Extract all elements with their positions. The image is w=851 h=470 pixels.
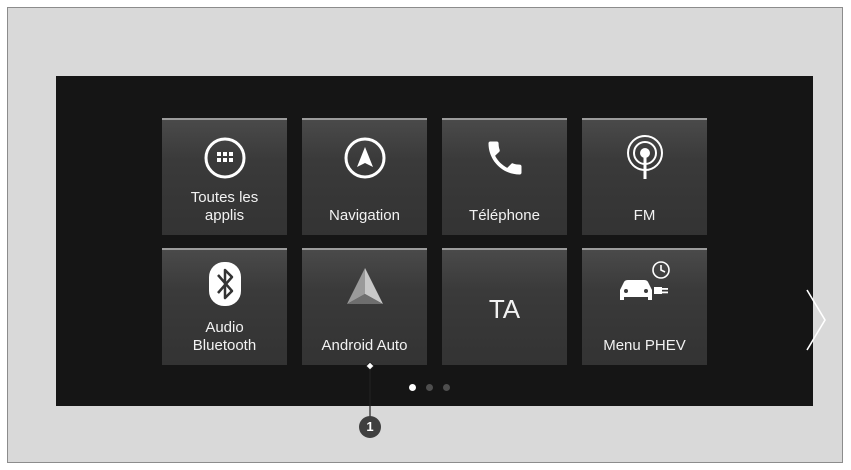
- bluetooth-icon: [162, 258, 287, 310]
- tile-android-auto[interactable]: Android Auto: [302, 248, 427, 365]
- tile-menu-phev[interactable]: Menu PHEV: [582, 248, 707, 365]
- radio-antenna-icon: [582, 132, 707, 184]
- home-screen: Toutes les applis Navigation Téléphone F…: [56, 76, 826, 406]
- tile-label: Toutes les applis: [190, 189, 259, 224]
- tile-label: Menu PHEV: [603, 337, 686, 354]
- tile-navigation[interactable]: Navigation: [302, 118, 427, 235]
- tile-label: Téléphone: [469, 207, 540, 224]
- page-dot: [426, 384, 433, 391]
- page-dot: [443, 384, 450, 391]
- callout-leader-line: [366, 362, 374, 418]
- tile-label: Navigation: [329, 207, 400, 224]
- tile-label: Audio Bluetooth: [192, 319, 257, 354]
- android-auto-icon: [302, 260, 427, 312]
- chevron-right-icon: [806, 289, 826, 351]
- tile-label: TA: [488, 294, 521, 324]
- page-indicator: [409, 384, 450, 391]
- next-page-arrow[interactable]: [804, 288, 828, 352]
- page-dot-active: [409, 384, 416, 391]
- tile-audio-bluetooth[interactable]: Audio Bluetooth: [162, 248, 287, 365]
- tile-label: FM: [633, 207, 656, 224]
- phone-icon: [442, 132, 567, 184]
- tile-all-apps[interactable]: Toutes les applis: [162, 118, 287, 235]
- tile-phone[interactable]: Téléphone: [442, 118, 567, 235]
- tile-fm[interactable]: FM: [582, 118, 707, 235]
- tile-ta[interactable]: TA: [442, 248, 567, 365]
- apps-grid-icon: [162, 132, 287, 184]
- phev-car-plug-icon: [582, 258, 707, 310]
- tile-label: Android Auto: [321, 337, 408, 354]
- navigation-compass-icon: [302, 132, 427, 184]
- callout-number-badge: 1: [359, 416, 381, 438]
